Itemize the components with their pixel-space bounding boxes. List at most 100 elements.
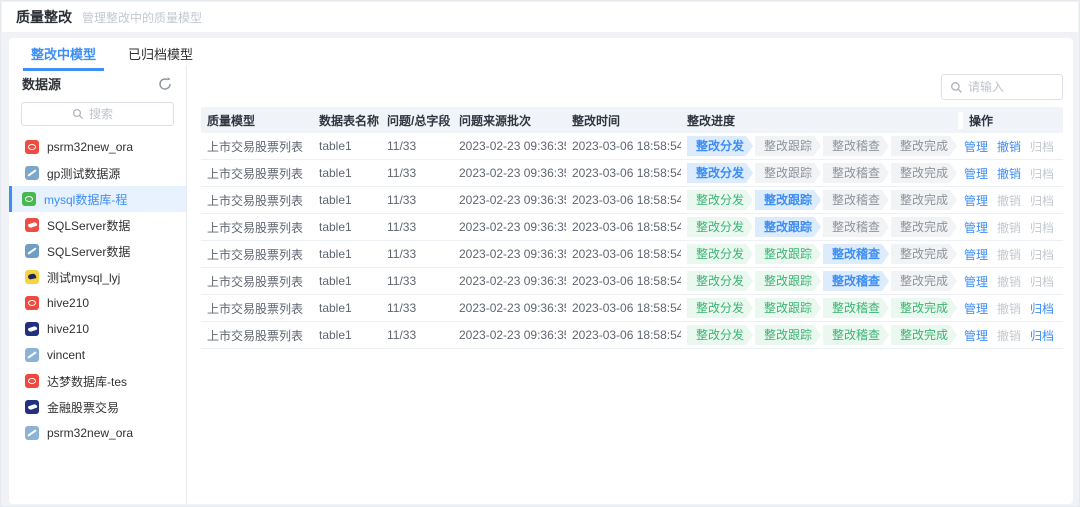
action-manage[interactable]: 管理 bbox=[964, 219, 988, 236]
action-archive: 归档 bbox=[1030, 165, 1054, 182]
sidebar-item-datasource[interactable]: 测试mysql_lyj bbox=[9, 264, 186, 290]
quality-model-table: 质量模型数据表名称问题/总字段问题来源批次整改时间整改进度操作 上市交易股票列表… bbox=[201, 107, 1063, 349]
cell-model: 上市交易股票列表 bbox=[201, 219, 313, 236]
datasource-label: 达梦数据库-tes bbox=[47, 373, 127, 390]
progress-step-badge: 整改跟踪 bbox=[755, 217, 821, 237]
table-row: 上市交易股票列表table111/332023-02-23 09:36:3520… bbox=[201, 295, 1063, 322]
column-header: 整改时间 bbox=[566, 112, 681, 129]
datasource-icon bbox=[25, 374, 39, 388]
action-archive[interactable]: 归档 bbox=[1030, 327, 1054, 344]
cell-table-name: table1 bbox=[313, 274, 381, 288]
table-row: 上市交易股票列表table111/332023-02-23 09:36:3520… bbox=[201, 214, 1063, 241]
sidebar-item-datasource[interactable]: psrm32new_ora bbox=[9, 134, 186, 160]
cell-batch-time: 2023-02-23 09:36:35 bbox=[453, 166, 566, 180]
progress-step-badge: 整改完成 bbox=[891, 271, 957, 291]
action-archive: 归档 bbox=[1030, 246, 1054, 263]
cell-actions: 管理撤销归档 bbox=[958, 219, 1063, 236]
action-manage[interactable]: 管理 bbox=[964, 327, 988, 344]
cell-batch-time: 2023-02-23 09:36:35 bbox=[453, 247, 566, 261]
column-header: 问题来源批次 bbox=[453, 112, 566, 129]
action-archive: 归档 bbox=[1030, 273, 1054, 290]
cell-batch-time: 2023-02-23 09:36:35 bbox=[453, 301, 566, 315]
cell-model: 上市交易股票列表 bbox=[201, 165, 313, 182]
progress-step-badge: 整改分发 bbox=[687, 298, 753, 318]
cell-rectify-time: 2023-03-06 18:58:54 bbox=[566, 193, 681, 207]
action-archive[interactable]: 归档 bbox=[1030, 300, 1054, 317]
refresh-icon[interactable] bbox=[157, 76, 173, 92]
action-revoke: 撤销 bbox=[997, 300, 1021, 317]
cell-issues: 11/33 bbox=[381, 220, 453, 234]
sidebar-item-datasource[interactable]: vincent bbox=[9, 342, 186, 368]
main-panel: 整改中模型已归档模型 数据源 bbox=[9, 38, 1073, 504]
cell-actions: 管理撤销归档 bbox=[958, 327, 1063, 344]
progress-step-badge: 整改跟踪 bbox=[755, 163, 821, 183]
action-manage[interactable]: 管理 bbox=[964, 138, 988, 155]
sidebar-item-datasource[interactable]: SQLServer数据 bbox=[9, 212, 186, 238]
cell-actions: 管理撤销归档 bbox=[958, 192, 1063, 209]
sidebar-search[interactable] bbox=[21, 102, 174, 126]
action-manage[interactable]: 管理 bbox=[964, 165, 988, 182]
cell-issues: 11/33 bbox=[381, 328, 453, 342]
progress-step-badge: 整改分发 bbox=[687, 136, 753, 156]
cell-model: 上市交易股票列表 bbox=[201, 192, 313, 209]
cell-table-name: table1 bbox=[313, 220, 381, 234]
sidebar-item-datasource[interactable]: SQLServer数据 bbox=[9, 238, 186, 264]
action-revoke: 撤销 bbox=[997, 219, 1021, 236]
sidebar-item-datasource[interactable]: 达梦数据库-tes bbox=[9, 368, 186, 394]
action-manage[interactable]: 管理 bbox=[964, 300, 988, 317]
datasource-icon bbox=[25, 296, 39, 310]
progress-step-badge: 整改分发 bbox=[687, 190, 753, 210]
datasource-label: hive210 bbox=[47, 296, 89, 310]
progress-step-badge: 整改完成 bbox=[891, 190, 957, 210]
cell-progress: 整改分发整改跟踪整改稽查整改完成 bbox=[681, 190, 958, 210]
datasource-label: SQLServer数据 bbox=[47, 217, 130, 234]
datasource-label: vincent bbox=[47, 348, 85, 362]
cell-issues: 11/33 bbox=[381, 301, 453, 315]
progress-step-badge: 整改稽查 bbox=[823, 325, 889, 345]
datasource-list: psrm32new_oragp测试数据源mysql数据库-程SQLServer数… bbox=[9, 134, 186, 446]
sidebar-item-datasource[interactable]: hive210 bbox=[9, 290, 186, 316]
cell-progress: 整改分发整改跟踪整改稽查整改完成 bbox=[681, 298, 958, 318]
table-search-input[interactable] bbox=[968, 80, 1048, 94]
cell-progress: 整改分发整改跟踪整改稽查整改完成 bbox=[681, 244, 958, 264]
cell-actions: 管理撤销归档 bbox=[958, 165, 1063, 182]
sidebar-item-datasource[interactable]: gp测试数据源 bbox=[9, 160, 186, 186]
action-manage[interactable]: 管理 bbox=[964, 192, 988, 209]
table-header-row: 质量模型数据表名称问题/总字段问题来源批次整改时间整改进度操作 bbox=[201, 107, 1063, 133]
table-search[interactable] bbox=[941, 74, 1063, 100]
action-manage[interactable]: 管理 bbox=[964, 273, 988, 290]
sidebar-item-datasource[interactable]: mysql数据库-程 bbox=[9, 186, 186, 212]
cell-rectify-time: 2023-03-06 18:58:54 bbox=[566, 247, 681, 261]
action-revoke[interactable]: 撤销 bbox=[997, 165, 1021, 182]
action-revoke[interactable]: 撤销 bbox=[997, 138, 1021, 155]
action-manage[interactable]: 管理 bbox=[964, 246, 988, 263]
cell-rectify-time: 2023-03-06 18:58:54 bbox=[566, 328, 681, 342]
datasource-icon bbox=[25, 426, 39, 440]
column-header: 质量模型 bbox=[201, 112, 313, 129]
cell-issues: 11/33 bbox=[381, 247, 453, 261]
table-row: 上市交易股票列表table111/332023-02-23 09:36:3520… bbox=[201, 133, 1063, 160]
progress-step-badge: 整改稽查 bbox=[823, 136, 889, 156]
progress-step-badge: 整改稽查 bbox=[823, 163, 889, 183]
progress-step-badge: 整改跟踪 bbox=[755, 325, 821, 345]
cell-table-name: table1 bbox=[313, 166, 381, 180]
cell-batch-time: 2023-02-23 09:36:35 bbox=[453, 193, 566, 207]
progress-step-badge: 整改稽查 bbox=[823, 217, 889, 237]
sidebar-item-datasource[interactable]: hive210 bbox=[9, 316, 186, 342]
sidebar-item-datasource[interactable]: 金融股票交易 bbox=[9, 394, 186, 420]
cell-actions: 管理撤销归档 bbox=[958, 138, 1063, 155]
cell-rectify-time: 2023-03-06 18:58:54 bbox=[566, 274, 681, 288]
progress-step-badge: 整改跟踪 bbox=[755, 244, 821, 264]
cell-progress: 整改分发整改跟踪整改稽查整改完成 bbox=[681, 271, 958, 291]
cell-table-name: table1 bbox=[313, 193, 381, 207]
table-row: 上市交易股票列表table111/332023-02-23 09:36:3520… bbox=[201, 322, 1063, 349]
datasource-label: 金融股票交易 bbox=[47, 399, 119, 416]
action-revoke: 撤销 bbox=[997, 246, 1021, 263]
table-row: 上市交易股票列表table111/332023-02-23 09:36:3520… bbox=[201, 187, 1063, 214]
action-revoke: 撤销 bbox=[997, 273, 1021, 290]
sidebar-item-datasource[interactable]: psrm32new_ora bbox=[9, 420, 186, 446]
datasource-icon bbox=[25, 400, 39, 414]
sidebar-search-input[interactable] bbox=[89, 107, 123, 121]
cell-progress: 整改分发整改跟踪整改稽查整改完成 bbox=[681, 136, 958, 156]
progress-step-badge: 整改完成 bbox=[891, 217, 957, 237]
